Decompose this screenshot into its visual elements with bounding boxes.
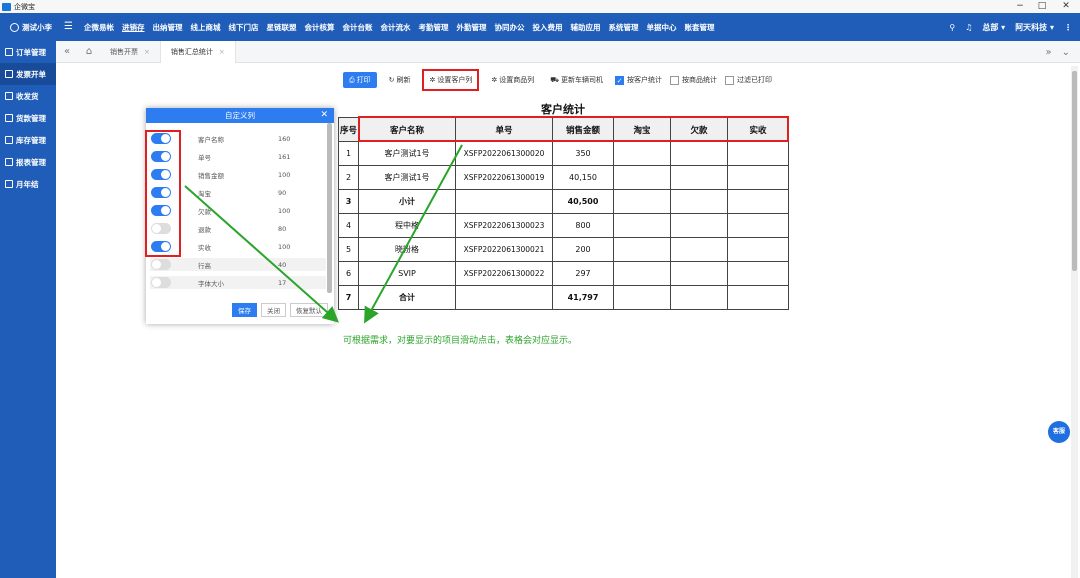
arrow-from-header [364, 144, 463, 324]
annotation-arrows [184, 144, 463, 324]
arrow-from-toggles [184, 185, 339, 323]
customer-service-button[interactable]: 客服 [1048, 421, 1070, 443]
